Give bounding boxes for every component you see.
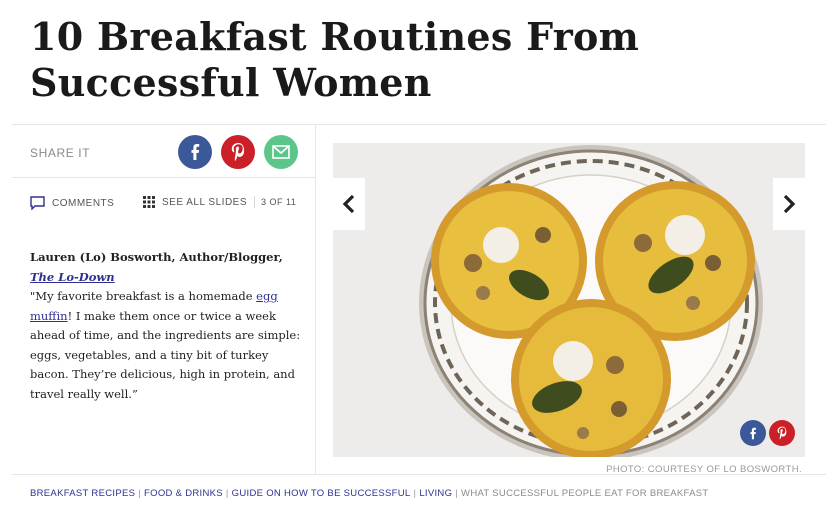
tag-separator: | [413, 488, 417, 499]
next-slide-button[interactable] [773, 178, 805, 230]
chevron-left-icon [342, 194, 355, 214]
person-name: Lauren (Lo) Bosworth, Author/Blogger, [30, 250, 283, 264]
grid-icon [143, 196, 155, 208]
quote-start: "My favorite breakfast is a homemade [30, 289, 257, 303]
divider-top [12, 124, 826, 125]
blog-link[interactable]: The Lo-Down [30, 270, 115, 284]
slide-photo [333, 143, 805, 457]
divider-sidebar [12, 177, 315, 178]
email-share-button[interactable] [264, 135, 298, 169]
tag-separator: | [225, 488, 229, 499]
divider-vertical [315, 124, 316, 474]
comment-icon [30, 196, 45, 210]
tag-separator: | [138, 488, 142, 499]
previous-slide-button[interactable] [333, 178, 365, 230]
see-all-slides-label: SEE ALL SLIDES [162, 196, 248, 208]
facebook-icon [750, 427, 756, 439]
slide-counter: 3 OF 11 [254, 196, 296, 208]
photo-credit: PHOTO: COURTESY OF LO BOSWORTH. [606, 464, 802, 475]
egg-muffins-photo [333, 143, 805, 457]
comments-label: COMMENTS [52, 197, 115, 209]
pinterest-icon [777, 426, 787, 440]
tag-link-guide-success[interactable]: GUIDE ON HOW TO BE SUCCESSFUL [232, 488, 411, 499]
see-all-slides-link[interactable]: SEE ALL SLIDES [143, 196, 247, 208]
article-title: 10 Breakfast Routines From Successful Wo… [30, 14, 640, 105]
tag-link-breakfast-recipes[interactable]: BREAKFAST RECIPES [30, 488, 135, 499]
tag-link-food-drinks[interactable]: FOOD & DRINKS [144, 488, 223, 499]
caption-quote: "My favorite breakfast is a homemade egg… [30, 287, 302, 404]
slide-caption: Lauren (Lo) Bosworth, Author/Blogger, Th… [30, 248, 302, 404]
photo-pinterest-share-button[interactable] [769, 420, 795, 446]
tag-link-living[interactable]: LIVING [419, 488, 452, 499]
photo-facebook-share-button[interactable] [740, 420, 766, 446]
pinterest-share-button[interactable] [221, 135, 255, 169]
facebook-share-button[interactable] [178, 135, 212, 169]
email-icon [272, 145, 290, 159]
share-label: SHARE IT [30, 146, 91, 160]
pinterest-icon [231, 143, 245, 161]
tag-separator: | [455, 488, 459, 499]
tag-current: WHAT SUCCESSFUL PEOPLE EAT FOR BREAKFAST [461, 488, 709, 499]
tag-list: BREAKFAST RECIPES | FOOD & DRINKS | GUIDE ON… [30, 488, 709, 499]
caption-attribution: Lauren (Lo) Bosworth, Author/Blogger, Th… [30, 248, 302, 287]
comments-link[interactable]: COMMENTS [30, 196, 114, 210]
facebook-icon [191, 144, 200, 160]
chevron-right-icon [783, 194, 796, 214]
quote-end: ! I make them once or twice a week ahead… [30, 308, 301, 401]
